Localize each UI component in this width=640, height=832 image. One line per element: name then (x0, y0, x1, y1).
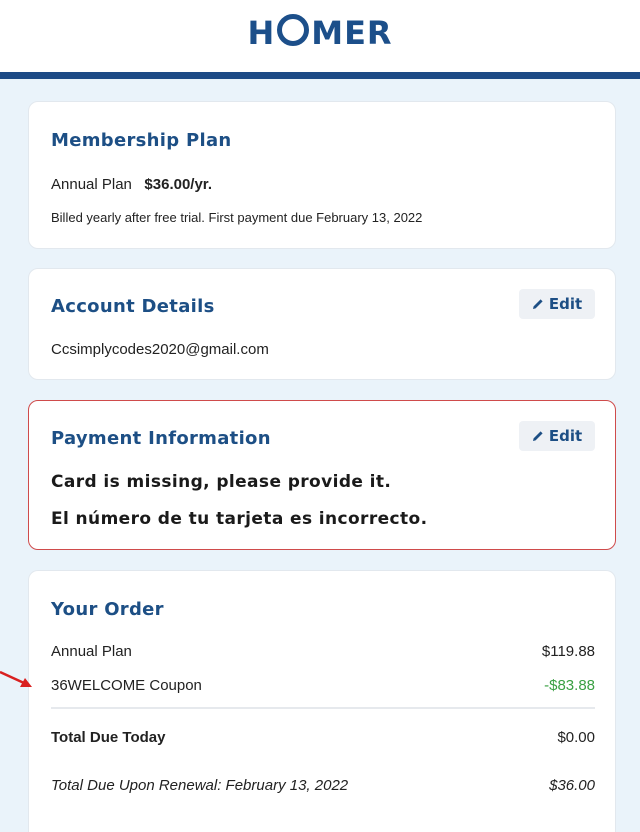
edit-label: Edit (548, 295, 583, 313)
pencil-icon (532, 431, 543, 441)
order-divider (51, 707, 595, 709)
total-due-amount: $0.00 (557, 729, 595, 746)
edit-label: Edit (548, 427, 583, 445)
billing-note: Billed yearly after free trial. First pa… (51, 210, 423, 225)
plan-label: Annual Plan (51, 176, 132, 193)
card-missing-error: Card is missing, please provide it. (51, 472, 392, 492)
header-bar: H MER (0, 0, 640, 72)
order-item-amount: $119.88 (541, 643, 595, 660)
your-order-title: Your Order (51, 599, 164, 620)
logo-o-mark (277, 14, 310, 46)
renewal-row: Total Due Upon Renewal: February 13, 202… (51, 777, 595, 794)
pencil-icon (532, 299, 543, 309)
plan-line: Annual Plan $36.00/yr. (51, 176, 212, 193)
order-item-label: Annual Plan (51, 643, 132, 660)
payment-information-title: Payment Information (51, 428, 271, 449)
membership-plan-title: Membership Plan (51, 130, 232, 151)
your-order-card: Your Order Annual Plan $119.88 36WELCOME… (28, 570, 616, 832)
red-arrow-icon (0, 670, 32, 687)
total-due-label: Total Due Today (51, 729, 166, 746)
coupon-amount: -$83.88 (544, 677, 595, 694)
account-email: Ccsimplycodes2020@gmail.com (51, 341, 269, 358)
payment-information-card: Payment Information Edit Card is missing… (28, 400, 616, 550)
card-number-error: El número de tu tarjeta es incorrecto. (51, 509, 428, 529)
renewal-label: Total Due Upon Renewal: February 13, 202… (51, 777, 349, 794)
payment-edit-button[interactable]: Edit (519, 421, 595, 451)
plan-price: $36.00/yr. (144, 176, 212, 193)
account-details-card: Account Details Edit Ccsimplycodes2020@g… (28, 268, 616, 380)
total-due-row: Total Due Today $0.00 (51, 729, 595, 746)
membership-plan-card: Membership Plan Annual Plan $36.00/yr. B… (28, 101, 616, 249)
renewal-amount: $36.00 (549, 777, 595, 794)
account-edit-button[interactable]: Edit (519, 289, 595, 319)
coupon-label: 36WELCOME Coupon (51, 677, 202, 694)
logo-text-start: H (247, 14, 276, 52)
homer-logo[interactable]: H MER (0, 14, 640, 52)
order-item-row: Annual Plan $119.88 (51, 643, 595, 660)
logo-text-end: MER (311, 14, 393, 52)
coupon-row: 36WELCOME Coupon -$83.88 (51, 677, 595, 694)
header-accent-line (0, 72, 640, 79)
account-details-title: Account Details (51, 296, 215, 317)
